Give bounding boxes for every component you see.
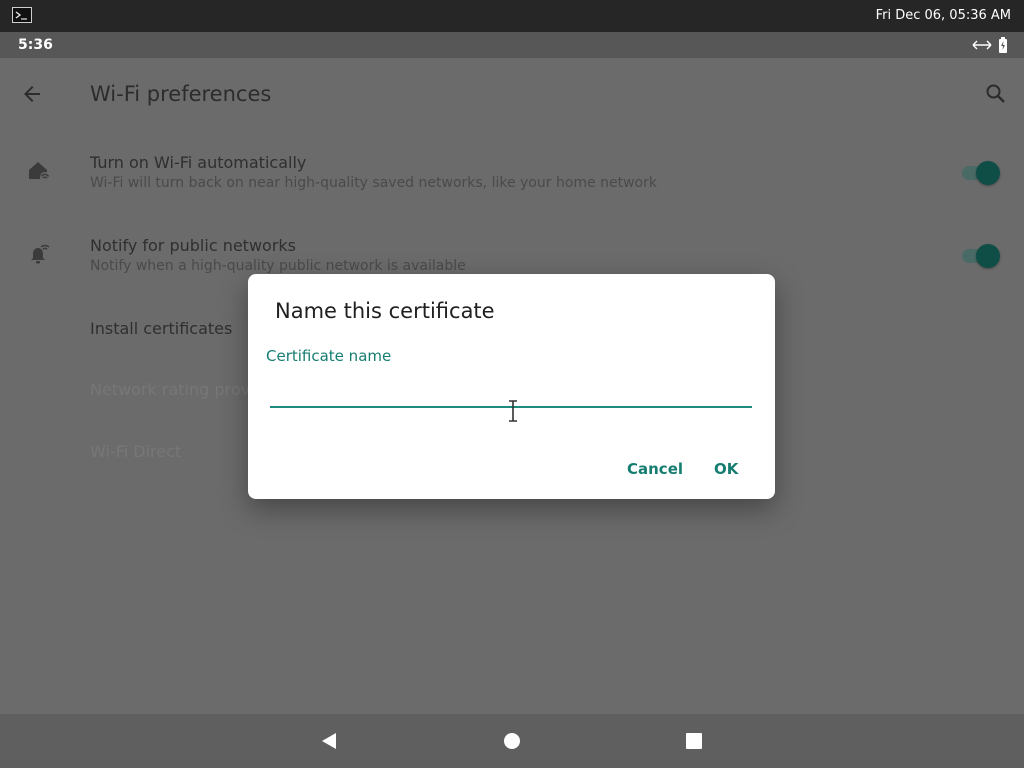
terminal-icon[interactable]	[12, 7, 32, 23]
status-bar: 5:36	[0, 32, 1024, 58]
ok-button[interactable]: OK	[706, 454, 746, 484]
toggle-thumb	[976, 161, 1000, 185]
host-top-bar: Fri Dec 06, 05:36 AM	[0, 0, 1024, 32]
pref-title: Turn on Wi-Fi automatically	[90, 153, 307, 172]
dialog-title: Name this certificate	[275, 299, 495, 323]
public-networks-toggle[interactable]	[960, 244, 1000, 268]
host-clock: Fri Dec 06, 05:36 AM	[875, 8, 1011, 23]
cancel-button[interactable]: Cancel	[619, 454, 691, 484]
home-wifi-icon	[26, 158, 52, 184]
data-transfer-icon	[972, 40, 992, 50]
app-bar: Wi-Fi preferences	[0, 58, 1024, 132]
search-icon[interactable]	[984, 82, 1008, 106]
certificate-name-dialog: Name this certificate Certificate name C…	[248, 274, 775, 499]
text-cursor-icon	[507, 400, 519, 422]
pref-title: Network rating prov	[90, 380, 251, 399]
wifi-auto-toggle[interactable]	[960, 161, 1000, 185]
notification-wifi-icon	[26, 241, 52, 267]
pref-summary: Notify when a high-quality public networ…	[90, 258, 466, 274]
navigation-bar	[0, 714, 1024, 768]
back-triangle-icon[interactable]	[319, 731, 339, 751]
page-title: Wi-Fi preferences	[90, 82, 272, 106]
pref-title: Notify for public networks	[90, 236, 297, 255]
pref-summary: Wi-Fi will turn back on near high-qualit…	[90, 175, 657, 191]
status-icons	[972, 37, 1008, 53]
pref-wifi-auto[interactable]: Turn on Wi-Fi automatically Wi-Fi will t…	[0, 150, 1024, 210]
pref-title: Install certificates	[90, 319, 233, 338]
battery-icon	[999, 37, 1007, 53]
toggle-thumb	[976, 244, 1000, 268]
recents-square-icon[interactable]	[684, 731, 704, 751]
certificate-name-label: Certificate name	[266, 347, 392, 365]
status-time: 5:36	[18, 37, 53, 53]
pref-title: Wi-Fi Direct	[90, 442, 182, 461]
home-circle-icon[interactable]	[502, 731, 522, 751]
arrow-back-icon[interactable]	[20, 82, 44, 106]
